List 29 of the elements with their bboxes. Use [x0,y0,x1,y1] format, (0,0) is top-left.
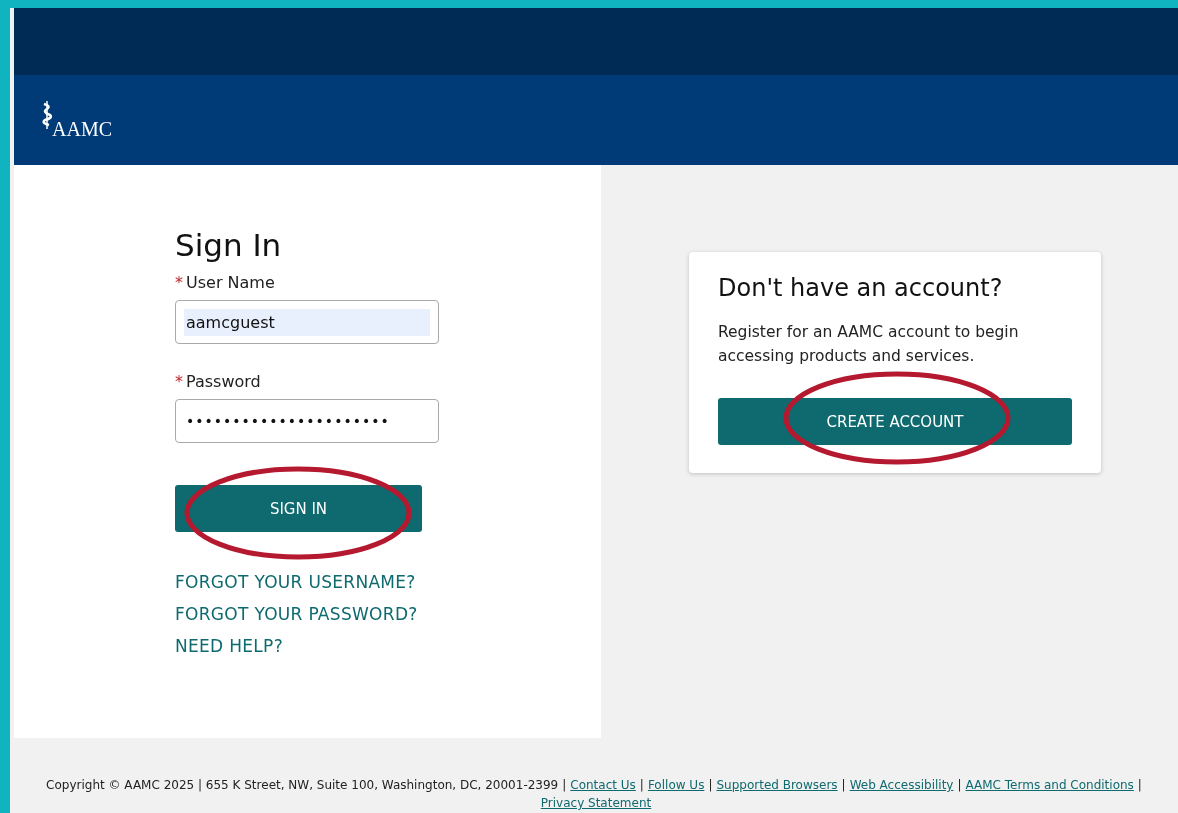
sign-in-button[interactable]: SIGN IN [175,485,422,532]
separator-text: | [708,777,713,794]
footer-link[interactable]: AAMC Terms and Conditions [965,776,1134,794]
footer-link[interactable]: Supported Browsers [716,776,838,794]
username-field[interactable]: aamcguest [175,300,439,344]
help-link[interactable]: FORGOT YOUR USERNAME? [175,572,465,592]
footer-link[interactable]: Privacy Statement [540,794,652,812]
footer-link[interactable]: Follow Us [647,776,705,794]
create-account-button[interactable]: CREATE ACCOUNT [718,398,1072,445]
footer-link[interactable]: Contact Us [570,776,636,794]
copyright-text: Copyright © AAMC 2025 | 655 K Street, NW, Suite 100, Washington, DC, 20001-2399 [46,777,559,794]
staff-snake-icon [40,99,54,131]
separator-text: | [639,777,644,794]
register-heading: Don't have an account? [718,274,1004,302]
sign-in-heading: Sign In [175,227,283,263]
field-label: Password [186,372,261,391]
separator-text: | [562,777,567,794]
help-link[interactable]: NEED HELP? [175,636,465,656]
required-asterisk: * [175,372,183,391]
separator-text: | [841,777,846,794]
field-label: User Name [186,273,275,292]
register-text: Register for an AAMC account to begin accessing products and services. [718,322,1020,367]
logo-text: AAMC [52,118,112,141]
password-field[interactable]: •••••••••••••••••••••• [175,399,439,443]
separator-text: | [1137,777,1142,794]
separator-text: | [957,777,962,794]
required-asterisk: * [175,273,183,292]
help-link[interactable]: FORGOT YOUR PASSWORD? [175,604,465,624]
footer-link[interactable]: Web Accessibility [849,776,954,794]
